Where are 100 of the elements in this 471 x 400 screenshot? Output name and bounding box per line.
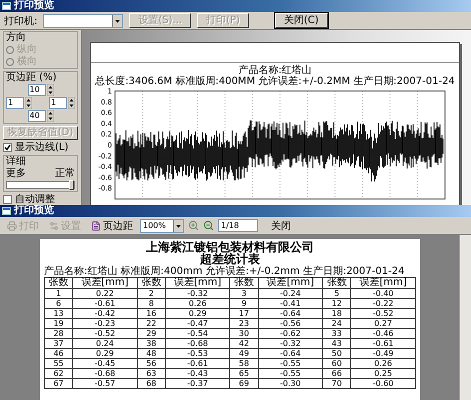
margin-field[interactable]: 1 xyxy=(6,97,24,109)
table-cell: 17 xyxy=(230,308,258,318)
table-cell: 12 xyxy=(322,298,351,308)
table-cell: -0.68 xyxy=(165,338,230,348)
printer-icon xyxy=(7,220,17,230)
page-icon xyxy=(91,220,101,230)
table-cell: 18 xyxy=(322,308,351,318)
table-cell: 50 xyxy=(322,348,351,358)
spin-arrows-icon[interactable] xyxy=(68,97,75,109)
table-cell: 5 xyxy=(322,288,351,298)
slider-label: 正常 xyxy=(55,168,75,179)
table-cell: -0.56 xyxy=(258,318,323,328)
toolbar-button[interactable]: 页边距 xyxy=(88,218,136,233)
column-header: 张数 xyxy=(230,278,258,288)
table-cell: 2 xyxy=(137,288,166,298)
table-cell: 0.22 xyxy=(72,288,138,298)
column-header: 张数 xyxy=(322,278,351,288)
column-header: 张数 xyxy=(44,278,73,288)
table-cell: 0.29 xyxy=(165,308,230,318)
checkbox-label: 自动调整 xyxy=(15,194,55,205)
table-cell: 6 xyxy=(44,298,73,308)
table-cell: -0.60 xyxy=(350,378,416,388)
table-cell: 38 xyxy=(137,338,166,348)
scrollbar[interactable] xyxy=(459,235,471,400)
column-header: 误差[mm] xyxy=(258,278,323,288)
page-field[interactable]: 1/18 xyxy=(218,219,258,232)
table-cell: -0.23 xyxy=(72,318,138,328)
table-cell: -0.53 xyxy=(165,348,230,358)
table-cell: 3 xyxy=(230,288,258,298)
table-cell: -0.22 xyxy=(350,298,416,308)
table-cell: -0.47 xyxy=(165,318,230,328)
table-cell: -0.32 xyxy=(258,338,323,348)
checkbox[interactable] xyxy=(3,143,12,152)
checkbox[interactable] xyxy=(3,195,12,204)
table-cell: -0.32 xyxy=(165,288,230,298)
table-cell: 43 xyxy=(322,338,351,348)
table-cell: 68 xyxy=(137,378,166,388)
table-cell: 23 xyxy=(230,318,258,328)
radio-label: 纵向 xyxy=(17,44,37,55)
group-title: 方向 xyxy=(6,32,27,43)
margin-field[interactable]: 10 xyxy=(28,84,46,96)
table-cell: -0.49 xyxy=(350,348,416,358)
table-cell: 65 xyxy=(230,368,258,378)
table-cell: 63 xyxy=(137,368,166,378)
settings-icon xyxy=(49,220,59,230)
checkbox-label: 显示边线(L) xyxy=(15,142,68,153)
table-cell: 55 xyxy=(44,358,73,368)
group-title: 详细 xyxy=(6,156,27,167)
table-cell: 48 xyxy=(137,348,166,358)
table-cell: -0.55 xyxy=(258,358,323,368)
table-cell: -0.37 xyxy=(165,378,230,388)
margin-field[interactable]: 40 xyxy=(28,110,46,122)
table-cell: 49 xyxy=(230,348,258,358)
table-cell: -0.61 xyxy=(350,338,416,348)
table-cell: 24 xyxy=(322,318,351,328)
report-title: 超差统计表 xyxy=(200,253,260,265)
zoom-dropdown[interactable]: 100% xyxy=(140,218,184,232)
table-cell: 69 xyxy=(230,378,258,388)
table-cell: 9 xyxy=(230,298,258,308)
table-cell: -0.61 xyxy=(165,358,230,368)
table-cell: 0.26 xyxy=(165,298,230,308)
chart-title: 产品名称:红塔山 xyxy=(238,65,312,76)
table-cell: -0.57 xyxy=(72,378,138,388)
slider-thumb[interactable] xyxy=(69,180,74,190)
table-cell: -0.40 xyxy=(350,288,416,298)
table-cell: 13 xyxy=(44,308,73,318)
spin-arrows-icon[interactable] xyxy=(25,97,32,109)
table-cell: -0.43 xyxy=(165,368,230,378)
table-cell: 0.25 xyxy=(350,368,416,378)
window-icon xyxy=(2,2,11,10)
margin-field[interactable]: 1 xyxy=(49,97,67,109)
toolbar-button[interactable]: 关闭(C) xyxy=(274,13,328,28)
table-cell: -0.45 xyxy=(72,358,138,368)
chart-subtitle: 总长度:3406.6M 标准版周:400MM 允许误差:+/-0.2MM 生产日期:2007-01-24 xyxy=(95,76,455,87)
table-cell: -0.52 xyxy=(72,328,138,338)
table-cell: 67 xyxy=(44,378,73,388)
table-cell: 46 xyxy=(44,348,73,358)
table-cell: 1 xyxy=(44,288,73,298)
table-cell: -0.62 xyxy=(258,328,323,338)
radio-label: 横向 xyxy=(17,56,37,67)
table-cell: 33 xyxy=(322,328,351,338)
column-header: 误差[mm] xyxy=(165,278,230,288)
table-cell: 22 xyxy=(137,318,166,328)
company-name: 上海紫江镀铝包装材料有限公司 xyxy=(145,241,315,253)
table-cell: 0.24 xyxy=(72,338,138,348)
spin-arrows-icon[interactable] xyxy=(46,110,54,122)
table-cell: 66 xyxy=(322,368,351,378)
column-header: 误差[mm] xyxy=(72,278,138,288)
table-cell: -0.64 xyxy=(258,348,323,358)
spin-arrows-icon[interactable] xyxy=(46,84,54,96)
table-cell: -0.46 xyxy=(350,328,416,338)
close-button[interactable]: 关闭 xyxy=(268,218,294,233)
table-cell: 60 xyxy=(322,358,351,368)
detail-slider[interactable] xyxy=(6,181,75,189)
table-cell: 62 xyxy=(44,368,73,378)
zoom-out-icon[interactable] xyxy=(203,220,214,231)
table-cell: 58 xyxy=(230,358,258,368)
group-title: 页边距 (%) xyxy=(6,72,58,83)
table-cell: -0.54 xyxy=(165,328,230,338)
column-header: 误差[mm] xyxy=(350,278,416,288)
